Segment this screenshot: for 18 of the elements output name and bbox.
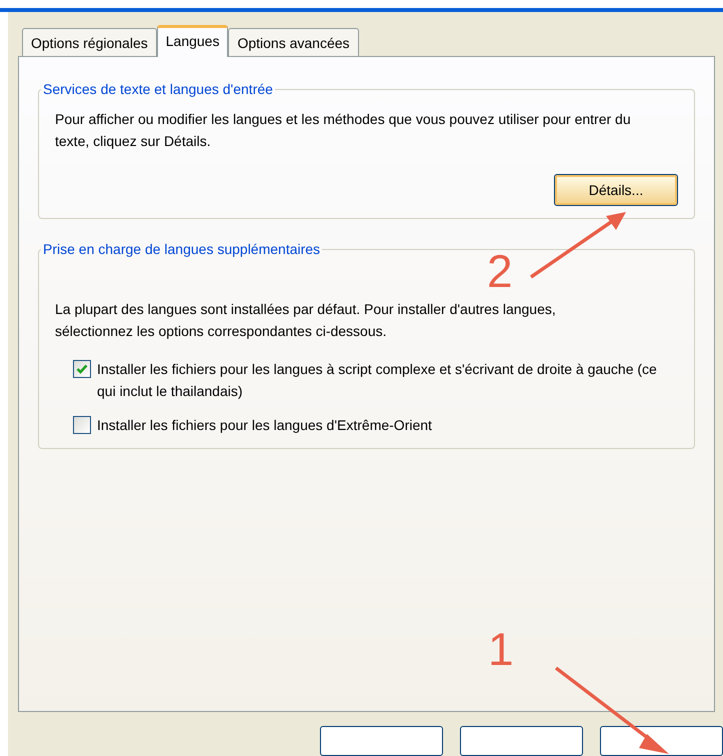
description-text: Pour afficher ou modifier les langues et les méthodes que vous pouvez utiliser pour entrer du texte, cliquez sur Détails. [55,110,632,152]
tab[interactable]: Langues [156,25,228,58]
checkbox[interactable] [73,416,91,434]
tab[interactable]: Options régionales [22,28,157,56]
annotation-number: 1 [488,626,514,672]
dialog-button[interactable] [320,726,443,756]
group-title: Prise en charge de langues supplémentaires [42,240,322,260]
annotation-number: 2 [487,248,513,294]
details-button[interactable]: Détails... [554,174,678,206]
dialog-button[interactable] [460,726,583,756]
checkbox-label[interactable]: Installer les fichiers pour les langues à script complexe et s'écrivant de droite à gauche (ce qui inclut le thailandais) [97,358,677,402]
checkbox[interactable] [73,360,91,378]
group-title: Services de texte et langues d'entrée [42,80,274,100]
checkbox-label[interactable]: Installer les fichiers pour les langues d'Extrême-Orient [97,414,677,436]
checkmark-icon [76,363,88,376]
dialog-button[interactable] [600,726,723,756]
tab[interactable]: Options avancées [228,28,359,56]
description-text: La plupart des langues sont installées par défaut. Pour installer d'autres langues, sélectionnez les options correspondantes ci-dessous. [55,300,557,342]
